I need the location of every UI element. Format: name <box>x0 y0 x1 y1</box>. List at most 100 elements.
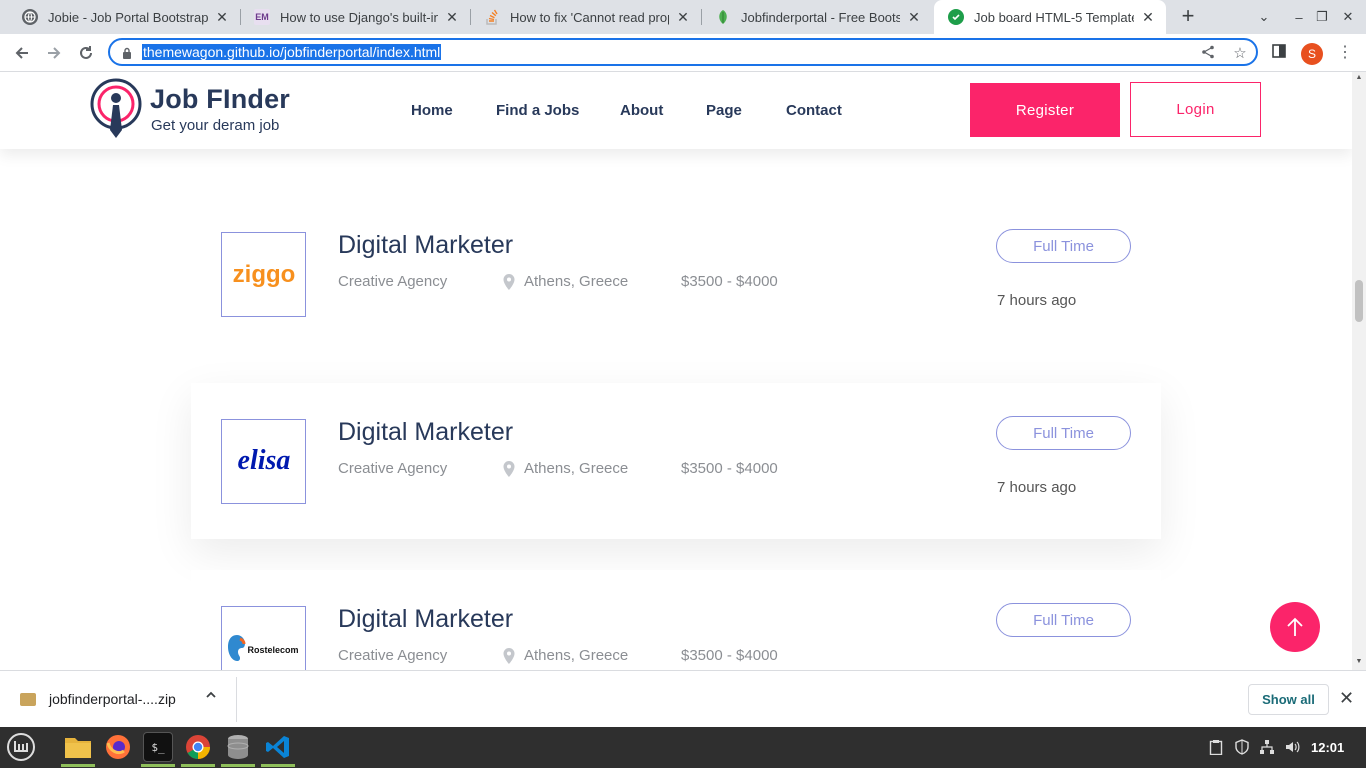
ziggo-logo: ziggo <box>232 261 295 288</box>
browser-tab-strip: Jobie - Job Portal Bootstrap ✕ EM How to… <box>0 0 1366 34</box>
sidebar-icon[interactable] <box>1268 42 1290 64</box>
rostelecom-logo: Rostelecom <box>227 634 298 661</box>
profile-avatar[interactable]: S <box>1301 43 1323 65</box>
network-icon[interactable] <box>1259 739 1275 758</box>
job-title[interactable]: Digital Marketer <box>338 418 513 447</box>
job-title[interactable]: Digital Marketer <box>338 605 513 634</box>
scroll-down-arrow-icon[interactable]: ▼ <box>1354 658 1364 665</box>
clipboard-icon[interactable] <box>1209 739 1223 758</box>
browser-tab-5-active[interactable]: Job board HTML-5 Template ✕ <box>934 0 1166 34</box>
shield-icon[interactable] <box>1234 739 1250 758</box>
database-icon[interactable] <box>223 732 253 762</box>
close-tab-icon[interactable]: ✕ <box>214 9 230 26</box>
brand-title[interactable]: Job FInder <box>150 84 290 115</box>
chevron-up-icon[interactable] <box>205 689 217 704</box>
running-indicator <box>141 764 175 767</box>
job-salary: $3500 - $4000 <box>681 460 778 477</box>
zip-file-icon <box>20 693 36 706</box>
login-button[interactable]: Login <box>1130 82 1261 137</box>
scroll-up-arrow-icon[interactable]: ▲ <box>1354 74 1364 81</box>
job-type-badge[interactable]: Full Time <box>996 229 1131 263</box>
job-type-badge[interactable]: Full Time <box>996 603 1131 637</box>
vscode-icon[interactable] <box>263 732 293 762</box>
arrow-up-icon <box>1287 617 1303 636</box>
close-window-button[interactable]: ✕ <box>1334 0 1362 34</box>
close-tab-icon[interactable]: ✕ <box>675 9 691 26</box>
browser-tab-1[interactable]: Jobie - Job Portal Bootstrap ✕ <box>8 0 240 34</box>
tab-title: Jobfinderportal - Free Boots <box>741 9 900 25</box>
show-all-downloads-button[interactable]: Show all <box>1248 684 1329 715</box>
running-indicator <box>61 764 95 767</box>
brand-logo-icon[interactable] <box>90 78 142 142</box>
new-tab-button[interactable]: + <box>1176 5 1200 29</box>
elisa-logo: elisa <box>237 447 290 476</box>
site-header: Job FInder Get your deram job Home Find … <box>0 72 1352 149</box>
download-bar: jobfinderportal-....zip Show all ✕ <box>0 670 1366 727</box>
register-button[interactable]: Register <box>970 83 1120 137</box>
tab-title: Job board HTML-5 Template <box>974 9 1134 25</box>
back-button[interactable] <box>8 39 36 67</box>
job-posted-time: 7 hours ago <box>997 292 1077 309</box>
running-indicator <box>221 764 255 767</box>
browser-tab-2[interactable]: EM How to use Django's built-in ✕ <box>240 0 470 34</box>
location-pin-icon <box>503 461 515 477</box>
close-tab-icon[interactable]: ✕ <box>444 9 460 26</box>
company-logo[interactable]: elisa <box>221 419 306 504</box>
company-logo[interactable]: Rostelecom <box>221 606 306 670</box>
job-salary: $3500 - $4000 <box>681 273 778 290</box>
files-icon[interactable] <box>63 732 93 762</box>
nav-home[interactable]: Home <box>411 102 453 119</box>
nav-page[interactable]: Page <box>706 102 742 119</box>
ziggo-logo-text: ziggo <box>232 261 295 288</box>
browser-tab-3[interactable]: How to fix 'Cannot read prop ✕ <box>470 0 701 34</box>
job-posted-time: 7 hours ago <box>997 479 1077 496</box>
maximize-button[interactable]: ❐ <box>1308 0 1336 34</box>
job-listing-1[interactable]: ziggo Digital Marketer Creative Agency A… <box>191 196 1161 352</box>
job-location: Athens, Greece <box>524 460 629 477</box>
forward-button[interactable] <box>40 39 68 67</box>
em-icon: EM <box>254 9 270 25</box>
address-bar[interactable]: themewagon.github.io/jobfinderportal/ind… <box>108 38 1258 66</box>
page-scrollbar[interactable]: ▲ ▼ <box>1352 72 1366 670</box>
tab-search-icon[interactable]: ⌄ <box>1250 0 1278 34</box>
job-company: Creative Agency <box>338 647 448 664</box>
running-indicator <box>261 764 295 767</box>
job-listing-2[interactable]: elisa Digital Marketer Creative Agency A… <box>191 383 1161 539</box>
close-tab-icon[interactable]: ✕ <box>906 9 922 26</box>
browser-toolbar: themewagon.github.io/jobfinderportal/ind… <box>0 34 1366 72</box>
location-pin-icon <box>503 648 515 664</box>
bookmark-star-icon[interactable]: ☆ <box>1231 45 1249 63</box>
mint-menu-icon[interactable] <box>6 732 36 762</box>
elisa-logo-text: elisa <box>237 447 290 476</box>
os-taskbar: $_ 12:01 <box>0 727 1366 768</box>
share-icon[interactable] <box>1199 45 1217 63</box>
nav-find-jobs[interactable]: Find a Jobs <box>496 102 579 119</box>
back-to-top-button[interactable] <box>1270 602 1320 652</box>
stackoverflow-icon <box>484 9 500 25</box>
globe-icon <box>22 9 38 25</box>
job-location: Athens, Greece <box>524 647 629 664</box>
chrome-icon[interactable] <box>183 732 213 762</box>
company-logo[interactable]: ziggo <box>221 232 306 317</box>
firefox-icon[interactable] <box>103 732 133 762</box>
tab-title: Jobie - Job Portal Bootstrap <box>48 9 208 25</box>
reload-button[interactable] <box>72 39 100 67</box>
brand-subtitle: Get your deram job <box>151 117 280 134</box>
nav-contact[interactable]: Contact <box>786 102 842 119</box>
terminal-icon[interactable]: $_ <box>143 732 173 762</box>
job-listing-3[interactable]: Rostelecom Digital Marketer Creative Age… <box>191 570 1161 670</box>
system-clock[interactable]: 12:01 <box>1311 740 1344 755</box>
kebab-menu-icon[interactable]: ⋮ <box>1334 42 1356 64</box>
job-title[interactable]: Digital Marketer <box>338 231 513 260</box>
browser-tab-4[interactable]: Jobfinderportal - Free Boots ✕ <box>701 0 932 34</box>
scrollbar-thumb[interactable] <box>1355 280 1363 322</box>
url-text[interactable]: themewagon.github.io/jobfinderportal/ind… <box>142 44 442 60</box>
volume-icon[interactable] <box>1284 739 1300 758</box>
download-file-name[interactable]: jobfinderportal-....zip <box>49 691 176 707</box>
close-download-bar-icon[interactable]: ✕ <box>1339 688 1354 709</box>
nav-about[interactable]: About <box>620 102 663 119</box>
leaf-icon <box>715 9 731 25</box>
close-tab-icon[interactable]: ✕ <box>1140 9 1156 26</box>
job-location: Athens, Greece <box>524 273 629 290</box>
job-type-badge[interactable]: Full Time <box>996 416 1131 450</box>
